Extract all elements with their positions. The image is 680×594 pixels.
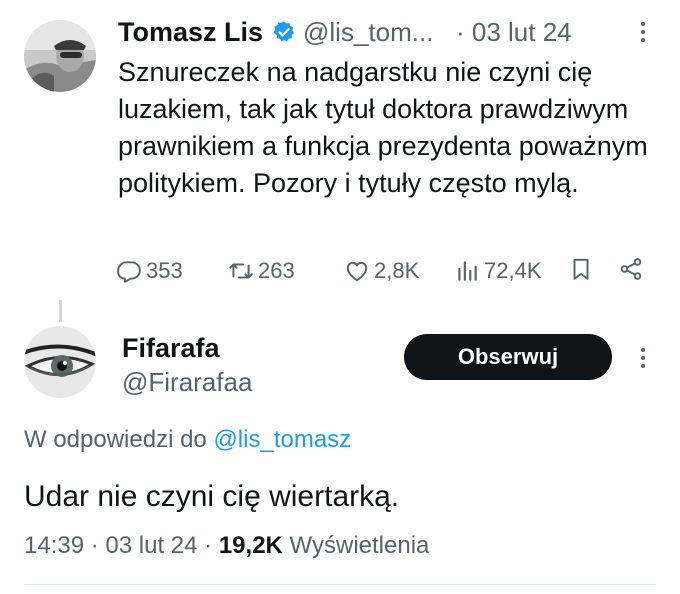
verified-badge-icon	[272, 20, 296, 44]
reply-icon	[117, 261, 141, 283]
meta-separator: ·	[204, 532, 213, 559]
avatar[interactable]	[24, 20, 96, 92]
bookmark-button[interactable]	[568, 256, 594, 282]
reply-count: 353	[146, 258, 183, 283]
repost-button[interactable]: 263	[228, 256, 295, 286]
bookmark-icon	[573, 258, 589, 280]
share-button[interactable]	[618, 256, 644, 282]
views-count: 19,2K	[218, 532, 283, 559]
author-name[interactable]: Tomasz Lis	[118, 16, 263, 48]
reply-context: W odpowiedzi do @lis_tomasz	[24, 424, 351, 456]
tweet-timestamp[interactable]: · 03 lut 24	[456, 16, 572, 48]
author-handle[interactable]: @Firarafaa	[122, 366, 252, 398]
share-icon	[620, 258, 642, 280]
tweet-time[interactable]: 14:39	[24, 532, 84, 559]
views-label: Wyświetlenia	[289, 532, 430, 559]
like-button[interactable]: 2,8K	[344, 256, 419, 286]
more-icon[interactable]	[632, 20, 654, 44]
follow-button[interactable]: Obserwuj	[404, 334, 612, 380]
reply-button[interactable]: 353	[116, 256, 183, 286]
views-count: 72,4K	[484, 258, 542, 283]
thread-connector	[59, 300, 62, 322]
repost-icon	[229, 263, 253, 279]
reply-to-prefix: W odpowiedzi do	[24, 426, 207, 453]
tweet-text: Sznureczek na nadgarstku nie czyni cię l…	[118, 57, 648, 198]
views-icon	[458, 261, 477, 281]
like-icon	[346, 261, 368, 282]
meta-separator: ·	[90, 532, 99, 559]
tweet-date[interactable]: 03 lut 24	[105, 532, 197, 559]
avatar[interactable]	[24, 326, 96, 398]
like-count: 2,8K	[374, 258, 420, 283]
author-name[interactable]: Fifarafa	[122, 332, 220, 364]
reply-text: Udar nie czyni cię wiertarką.	[24, 480, 400, 513]
author-handle[interactable]: @lis_tom...	[303, 16, 433, 48]
tweet-meta: 14:39 · 03 lut 24 · 19,2K Wyświetlenia	[24, 530, 429, 562]
views-button[interactable]: 72,4K	[454, 256, 542, 286]
repost-count: 263	[258, 258, 295, 283]
divider	[24, 584, 656, 585]
tweet-actions: 353 263 2,8K 72,4K	[116, 256, 656, 286]
more-icon[interactable]	[632, 346, 654, 370]
reply-to-handle-link[interactable]: @lis_tomasz	[213, 426, 351, 453]
